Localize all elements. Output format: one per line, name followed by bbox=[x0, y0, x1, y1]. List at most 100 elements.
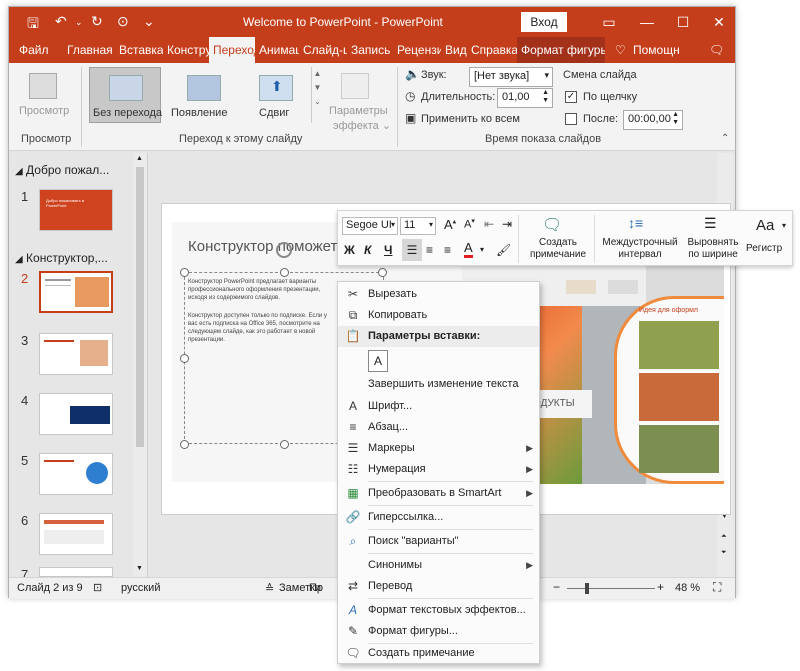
accessibility-icon[interactable]: ⊡ bbox=[93, 581, 102, 594]
slide-thumbnail-4[interactable] bbox=[39, 393, 113, 435]
preview-icon[interactable] bbox=[29, 73, 57, 99]
menu-synonyms[interactable]: Синонимы ▶ bbox=[338, 555, 539, 576]
maximize-button[interactable]: ☐ bbox=[671, 11, 695, 33]
slide-thumbnail-5[interactable] bbox=[39, 453, 113, 495]
bold-button[interactable]: Ж bbox=[344, 243, 355, 257]
redo-icon[interactable]: ↻ bbox=[91, 13, 103, 30]
effect-options-line2[interactable]: эффекта ⌄ bbox=[333, 119, 391, 132]
menu-copy[interactable]: ⧉ Копировать bbox=[338, 305, 539, 326]
resize-handle[interactable] bbox=[180, 354, 189, 363]
lightbulb-icon[interactable]: ♡ bbox=[611, 37, 627, 63]
on-click-checkbox[interactable]: ✓ bbox=[565, 91, 577, 103]
resize-handle[interactable] bbox=[280, 440, 289, 449]
tab-slideshow[interactable]: Слайд-ш bbox=[299, 37, 347, 63]
comments-icon[interactable]: 🗨 bbox=[705, 37, 725, 63]
undo-icon[interactable]: ↶ bbox=[55, 13, 67, 30]
transition-none[interactable]: Без перехода bbox=[93, 107, 162, 119]
rotate-handle-icon[interactable] bbox=[276, 242, 292, 258]
slides-pane-scrollbar[interactable]: ▲ ▼ bbox=[133, 153, 147, 577]
paste-keep-text-icon[interactable]: A bbox=[368, 350, 388, 372]
menu-convert-smartart[interactable]: ▦ Преобразовать в SmartArt ▶ bbox=[338, 483, 539, 504]
slide-thumbnail-2[interactable] bbox=[39, 271, 113, 313]
menu-format-shape[interactable]: ✎ Формат фигуры... bbox=[338, 621, 539, 642]
resize-handle[interactable] bbox=[180, 268, 189, 277]
font-color-icon[interactable]: A bbox=[464, 241, 473, 258]
transition-push[interactable]: Сдвиг bbox=[259, 107, 289, 119]
menu-hyperlink[interactable]: 🔗 Гиперссылка... bbox=[338, 507, 539, 528]
tab-transitions[interactable]: Переход bbox=[209, 37, 255, 63]
zoom-in-button[interactable]: + bbox=[657, 580, 664, 594]
tab-review[interactable]: Рецензи bbox=[393, 37, 441, 63]
align-right-icon[interactable]: ≡ bbox=[444, 243, 451, 257]
menu-font[interactable]: A Шрифт... bbox=[338, 396, 539, 417]
spinner-icon[interactable]: ▲ ▼ bbox=[672, 111, 679, 127]
change-case-icon[interactable]: Aa bbox=[756, 217, 774, 234]
resize-handle[interactable] bbox=[280, 268, 289, 277]
comments-button[interactable]: Пр bbox=[309, 582, 323, 594]
preview-button[interactable]: Просмотр bbox=[19, 105, 69, 117]
section-collapse-icon[interactable]: ◢ bbox=[15, 254, 23, 265]
tab-file[interactable]: Файл bbox=[15, 37, 55, 63]
duration-input[interactable]: 01,00 ▲ ▼ bbox=[497, 88, 553, 108]
collapse-ribbon-icon[interactable]: ⌃ bbox=[721, 133, 729, 144]
increase-font-icon[interactable]: A▴ bbox=[444, 217, 456, 232]
increase-indent-icon[interactable]: ⇥ bbox=[502, 217, 512, 231]
format-painter-icon[interactable]: 🖌 bbox=[496, 243, 511, 257]
slideshow-icon[interactable]: ⊙ bbox=[117, 13, 129, 30]
zoom-slider[interactable] bbox=[567, 588, 655, 589]
undo-dropdown-icon[interactable]: ⌄ bbox=[75, 17, 83, 28]
slide-thumbnail-7[interactable] bbox=[39, 567, 113, 577]
login-button[interactable]: Вход bbox=[521, 12, 567, 32]
slide-thumbnail-3[interactable] bbox=[39, 333, 113, 375]
tab-home[interactable]: Главная bbox=[63, 37, 115, 63]
section-welcome[interactable]: ◢ Добро пожал... bbox=[15, 163, 109, 177]
section-designer[interactable]: ◢ Конструктор,... bbox=[15, 251, 108, 265]
decrease-font-icon[interactable]: A▾ bbox=[464, 217, 475, 231]
tab-view[interactable]: Вид bbox=[441, 37, 467, 63]
customize-qat-icon[interactable]: ⌄ bbox=[143, 13, 155, 30]
gallery-scroll-icon[interactable]: ▲ ▼ ⌄ bbox=[311, 67, 323, 123]
line-spacing-icon[interactable]: ↕≡ bbox=[628, 215, 643, 231]
change-case-button[interactable]: Регистр bbox=[746, 243, 782, 254]
section-collapse-icon[interactable]: ◢ bbox=[15, 166, 23, 177]
transition-fade-icon[interactable] bbox=[187, 75, 221, 101]
menu-text-effects[interactable]: A Формат текстовых эффектов... bbox=[338, 600, 539, 621]
new-comment-icon[interactable]: 🗨 bbox=[542, 215, 562, 235]
menu-new-comment[interactable]: 🗨 Создать примечание bbox=[338, 643, 539, 664]
after-time-input[interactable]: 00:00,00 ▲ ▼ bbox=[623, 110, 683, 130]
restore-ribbon-icon[interactable]: ▭ bbox=[597, 11, 621, 33]
tab-insert[interactable]: Вставка bbox=[115, 37, 163, 63]
close-button[interactable]: ✕ bbox=[707, 11, 731, 33]
zoom-out-button[interactable]: − bbox=[553, 580, 560, 594]
transition-fade[interactable]: Появление bbox=[171, 107, 227, 119]
menu-cut[interactable]: ✂ Вырезать bbox=[338, 284, 539, 305]
fit-to-window-icon[interactable]: ⛶ bbox=[713, 580, 721, 595]
transition-push-icon[interactable]: ⬆ bbox=[259, 75, 293, 101]
tab-design[interactable]: Констру bbox=[163, 37, 209, 63]
tab-help[interactable]: Справка bbox=[467, 37, 517, 63]
slide-thumbnail-1[interactable]: Добро пожаловать в PowerPoint bbox=[39, 189, 113, 231]
justify-icon[interactable]: ☰ bbox=[704, 215, 717, 232]
sound-select[interactable]: [Нет звука] ▾ bbox=[469, 67, 553, 87]
chevron-down-icon[interactable]: ▾ bbox=[480, 245, 484, 254]
align-left-icon[interactable]: ☰ bbox=[402, 239, 422, 261]
menu-exit-text-edit[interactable]: Завершить изменение текста bbox=[338, 374, 539, 395]
underline-button[interactable]: Ч bbox=[384, 243, 392, 257]
scrollbar-thumb[interactable] bbox=[136, 167, 144, 447]
add-comment-button[interactable]: Создать примечание bbox=[526, 237, 590, 261]
menu-search[interactable]: ⌕ Поиск "варианты" bbox=[338, 531, 539, 552]
after-checkbox[interactable] bbox=[565, 113, 577, 125]
align-center-icon[interactable]: ≡ bbox=[426, 243, 433, 257]
menu-translate[interactable]: ⇄ Перевод bbox=[338, 576, 539, 597]
menu-bullets[interactable]: ☰ Маркеры ▶ bbox=[338, 438, 539, 459]
font-name-select[interactable]: Segoe UI ▾ bbox=[342, 217, 398, 235]
resize-handle[interactable] bbox=[180, 440, 189, 449]
tab-animations[interactable]: Анимац bbox=[255, 37, 299, 63]
menu-numbering[interactable]: ☷ Нумерация ▶ bbox=[338, 459, 539, 480]
menu-paragraph[interactable]: ≡ Абзац... bbox=[338, 417, 539, 438]
minimize-button[interactable]: — bbox=[635, 11, 659, 33]
effect-options-line1[interactable]: Параметры bbox=[329, 105, 388, 117]
save-icon[interactable]: 🖫 bbox=[27, 13, 39, 37]
italic-button[interactable]: К bbox=[364, 243, 371, 257]
language-status[interactable]: русский bbox=[121, 582, 160, 594]
